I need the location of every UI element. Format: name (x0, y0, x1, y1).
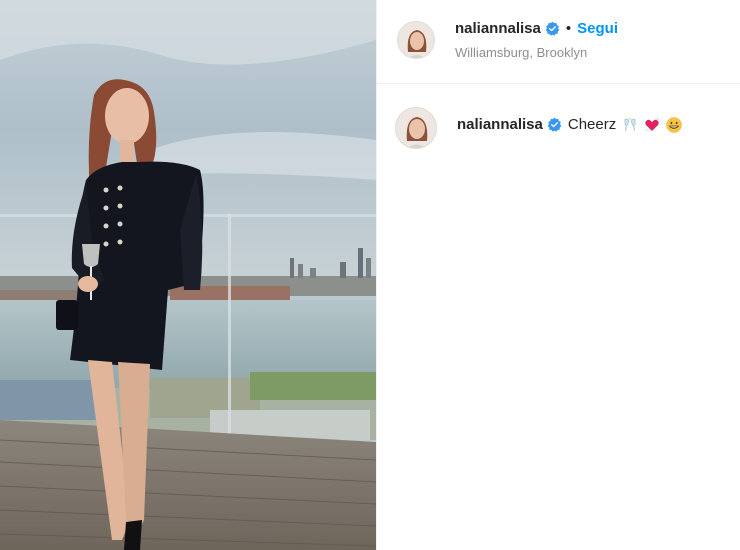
author-line: naliannalisa • Segui (455, 20, 618, 37)
comment-username[interactable]: naliannalisa (457, 116, 543, 133)
avatar-image (398, 22, 434, 58)
comment-text-line: naliannalisa Cheerz (457, 116, 682, 133)
sparkling-heart-icon (644, 117, 660, 133)
grinning-face-icon (666, 116, 682, 133)
photo-image (0, 0, 376, 550)
caption-comment: naliannalisa Cheerz (377, 104, 740, 154)
separator-dot: • (565, 20, 572, 37)
verified-badge-icon (547, 117, 562, 132)
post-location[interactable]: Williamsburg, Brooklyn (455, 45, 587, 60)
follow-button[interactable]: Segui (577, 20, 618, 37)
author-username[interactable]: naliannalisa (455, 20, 541, 37)
instagram-post: naliannalisa • Segui Williamsburg, Brook… (0, 0, 740, 550)
post-sidebar: naliannalisa • Segui Williamsburg, Brook… (376, 0, 740, 550)
avatar-image (396, 108, 436, 148)
author-avatar[interactable] (397, 21, 435, 59)
caption-text: Cheerz (567, 116, 617, 133)
post-header: naliannalisa • Segui Williamsburg, Brook… (377, 0, 740, 84)
comment-avatar[interactable] (395, 107, 437, 149)
post-photo[interactable] (0, 0, 376, 550)
verified-badge-icon (545, 21, 560, 36)
champagne-glasses-icon (622, 117, 638, 133)
